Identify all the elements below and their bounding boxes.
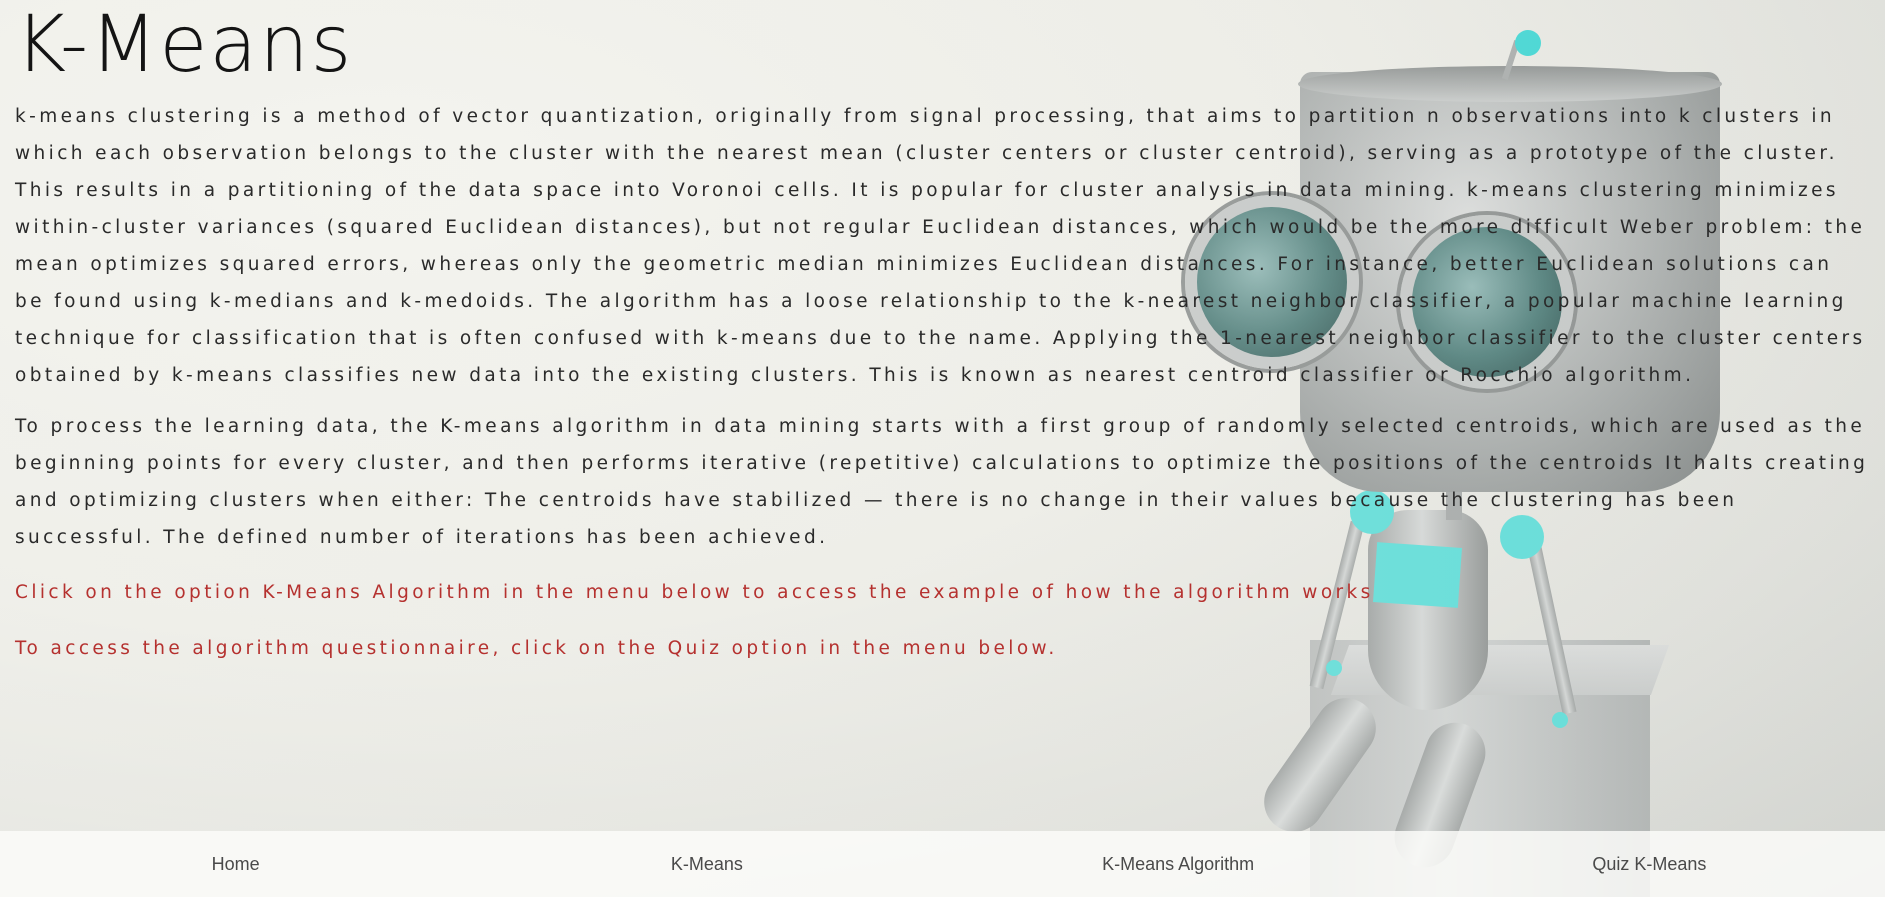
bottom-menu: Home K-Means K-Means Algorithm Quiz K-Me… xyxy=(0,831,1885,897)
process-paragraph: To process the learning data, the K-mean… xyxy=(15,416,1869,548)
main-content: K-Means k-means clustering is a method o… xyxy=(15,0,1870,667)
quiz-notice: To access the algorithm questionnaire, c… xyxy=(15,638,1058,659)
robot-right-hand xyxy=(1552,712,1568,728)
nav-item-home[interactable]: Home xyxy=(0,831,471,897)
intro-paragraph: k-means clustering is a method of vector… xyxy=(15,106,1866,386)
nav-item-quiz-k-means[interactable]: Quiz K-Means xyxy=(1414,831,1885,897)
nav-item-k-means[interactable]: K-Means xyxy=(471,831,942,897)
robot-left-leg xyxy=(1252,686,1388,844)
nav-item-k-means-algorithm[interactable]: K-Means Algorithm xyxy=(943,831,1414,897)
algorithm-notice: Click on the option K-Means Algorithm in… xyxy=(15,582,1374,603)
page-title: K-Means xyxy=(15,0,354,90)
